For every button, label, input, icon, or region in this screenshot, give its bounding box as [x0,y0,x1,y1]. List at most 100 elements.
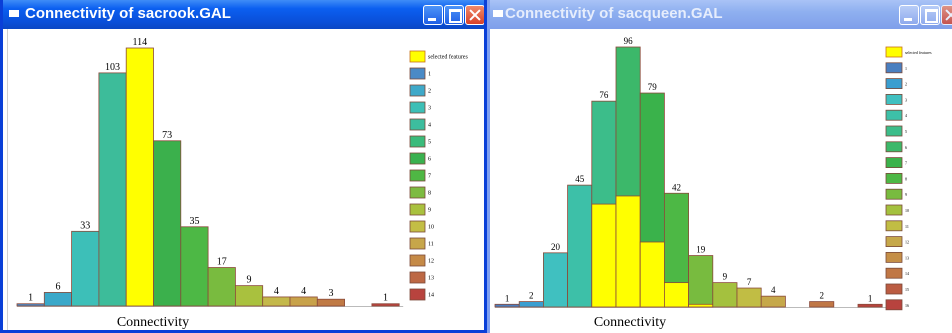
close-button[interactable] [465,5,484,25]
selected-bar-segment[interactable] [615,195,641,308]
legend-label: 9 [905,192,907,197]
histogram-bar[interactable] [125,47,154,307]
title-bar[interactable]: Connectivity of sacrook.GAL [3,0,484,29]
window-sacrook[interactable]: Connectivity of sacrook.GAL 1 6 33 103 114 73… [0,0,487,333]
title-bar[interactable]: Connectivity of sacqueen.GAL [490,0,952,29]
legend-swatch [409,186,426,199]
histogram-bar[interactable] [71,230,100,307]
bar-value-label: 42 [672,182,681,192]
legend-swatch [409,237,426,250]
legend-label: 5 [428,140,431,146]
bar-value-label: 35 [189,216,199,227]
legend-swatch [885,78,903,89]
maximize-icon [445,6,463,24]
bar-value-label: 4 [771,285,776,295]
bar-value-label: 73 [162,130,172,141]
legend-swatch [885,236,903,248]
histogram-bar[interactable] [316,298,345,307]
bar-value-label: 2 [529,291,534,301]
selected-bar-segment[interactable] [663,282,689,308]
bar-value-label: 1 [505,293,510,303]
histogram-bar[interactable] [180,226,209,307]
legend-label: selected features [905,50,932,55]
legend-label: 2 [905,82,907,87]
legend-label: 7 [428,174,431,180]
bar-value-label: 45 [575,174,585,184]
minimize-button[interactable] [899,5,919,25]
legend-swatch [885,283,903,295]
legend-swatch [409,118,426,131]
selected-bar-segment[interactable] [688,303,714,308]
bar-value-label: 4 [274,286,279,297]
legend-swatch [409,50,426,63]
selected-bar-segment[interactable] [639,241,665,308]
histogram-bar[interactable] [712,282,738,308]
legend-swatch [409,203,426,216]
bar-value-label: 2 [819,291,824,301]
histogram-bar[interactable] [543,252,569,308]
legend-swatch [885,204,903,216]
legend-swatch [409,152,426,165]
legend-label: 11 [428,242,434,248]
legend-label: 12 [428,259,434,265]
maximize-button[interactable] [920,5,940,25]
histogram-bar[interactable] [494,303,520,308]
histogram-bar[interactable] [567,184,593,308]
connectivity-histogram: 163310311473351794 4 3 1Connectivityselecte… [16,37,468,330]
histogram-bar[interactable] [98,72,127,307]
histogram-bar[interactable] [809,301,835,308]
window-title: Connectivity of sacqueen.GAL [505,5,723,22]
x-axis-label: Connectivity [594,315,666,330]
legend-swatch [885,109,903,121]
histogram-bar[interactable] [371,303,400,307]
histogram-bar[interactable] [234,285,264,307]
histogram-bar[interactable] [688,255,714,308]
histogram-bar[interactable] [153,140,182,307]
selected-bar-segment[interactable] [591,203,617,308]
bar-value-label: 103 [105,62,120,73]
maximize-button[interactable] [444,5,464,25]
histogram-bar[interactable] [207,267,236,307]
minimize-button[interactable] [423,5,443,25]
window-sacqueen[interactable]: Connectivity of sacqueen.GAL 1 2 20 45 76 9 6 7… [487,0,952,333]
histogram-bar[interactable] [43,292,72,307]
bar-value-label: 1 [28,293,33,304]
minimize-icon [900,6,918,24]
close-icon [466,6,484,24]
bar-value-label: 9 [247,275,252,286]
bar-value-label: 76 [599,90,609,100]
histogram-bar[interactable] [16,303,45,307]
legend-swatch [885,46,903,58]
legend-swatch [409,84,426,97]
legend-label: 6 [905,145,907,150]
histogram-bar[interactable] [760,295,786,308]
bar-value-label: 4 [301,286,306,297]
close-button[interactable] [941,5,952,25]
chart-area: 1 6 33 103 114 73 35 17 9 4 4 3 1 Connectivity selecte… [7,29,484,330]
legend-label: 2 [428,89,431,95]
bar-value-label: 1 [383,293,388,304]
legend-swatch [409,288,426,301]
legend-label: 8 [428,191,431,197]
legend-label: 6 [428,157,431,163]
legend-label: 3 [428,106,431,112]
legend-label: 10 [905,208,909,213]
legend-swatch [409,135,426,148]
legend-label: 14 [428,293,434,299]
window-icon[interactable] [9,10,19,17]
bar-value-label: 6 [55,281,60,292]
histogram-bar[interactable] [518,301,544,308]
legend-label: 4 [905,113,907,118]
minimize-icon [424,6,442,24]
legend-swatch [885,172,903,184]
histogram-bar[interactable] [736,287,762,308]
histogram-bar[interactable] [289,296,318,307]
legend-label: 13 [905,255,909,260]
bar-value-label: 20 [551,242,561,252]
legend-swatch [885,125,903,137]
histogram-bar[interactable] [857,303,883,308]
bar-value-label: 7 [747,277,752,287]
histogram-bar[interactable] [262,296,291,307]
bar-value-label: 19 [696,245,706,255]
window-icon[interactable] [493,10,503,17]
